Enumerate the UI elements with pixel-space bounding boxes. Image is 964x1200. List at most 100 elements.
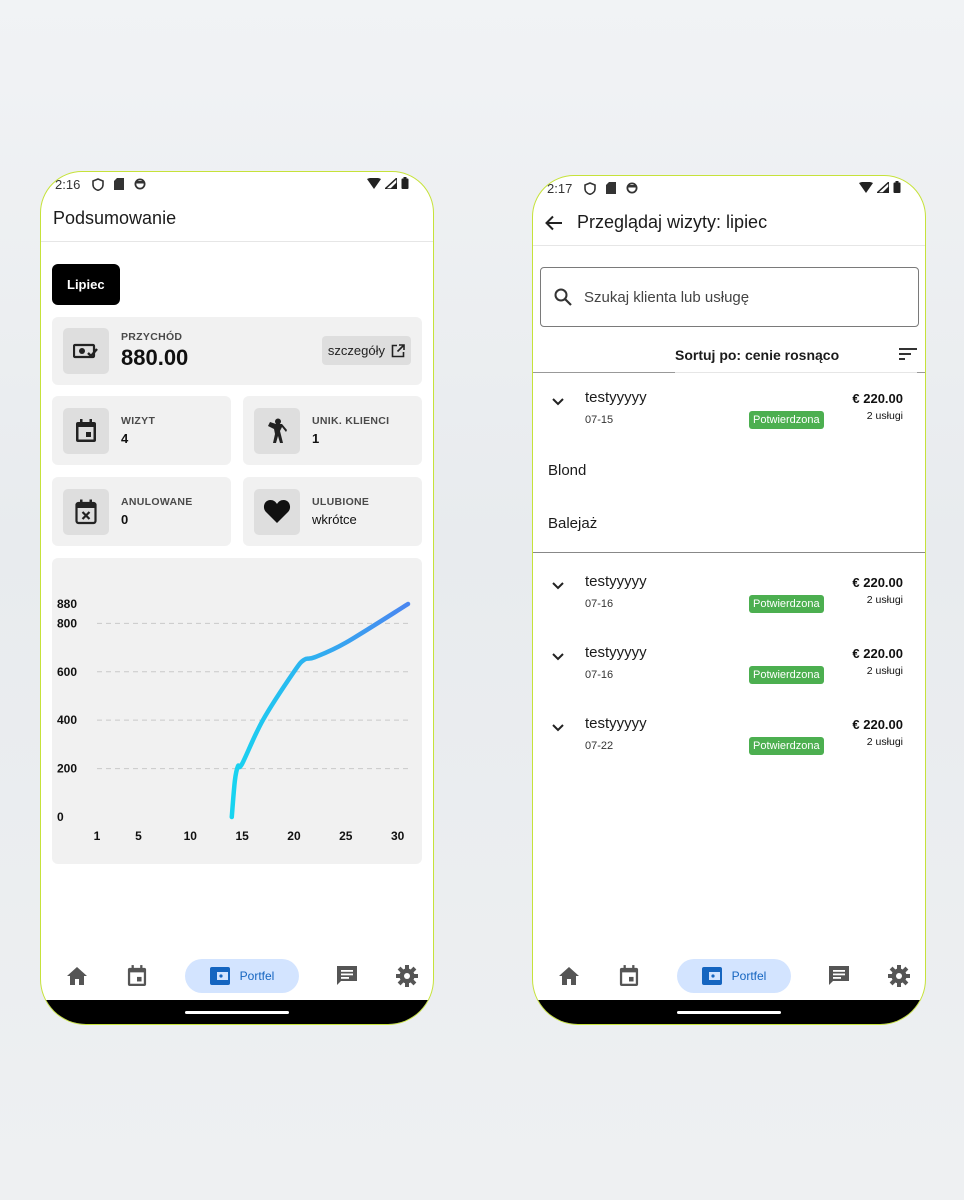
revenue-label: PRZYCHÓD xyxy=(121,331,183,343)
visits-card: WIZYT 4 xyxy=(52,396,231,465)
nav-settings[interactable] xyxy=(395,964,419,988)
app-bar: Podsumowanie xyxy=(41,196,433,242)
y-tick-label: 0 xyxy=(57,810,64,824)
status-bar: 2:16 xyxy=(41,172,433,196)
unique-clients-card: UNIK. KLIENCI 1 xyxy=(243,396,422,465)
nav-calendar[interactable] xyxy=(125,964,149,988)
visit-row[interactable]: testyyyyy 07-16 Potwierdzona € 220.00 2 … xyxy=(533,628,925,699)
visit-row[interactable]: testyyyyy 07-15 Potwierdzona € 220.00 2 … xyxy=(533,373,925,444)
clients-icon-box xyxy=(254,407,300,454)
x-tick-label: 10 xyxy=(184,829,198,843)
service-count: 2 usługi xyxy=(866,594,903,606)
chat-icon xyxy=(337,966,357,985)
sd-card-status-icon xyxy=(606,182,617,194)
expanded-visit: testyyyyy 07-15 Potwierdzona € 220.00 2 … xyxy=(533,373,925,553)
settings-icon xyxy=(396,965,418,987)
visit-date: 07-16 xyxy=(585,669,614,681)
favorites-card: ULUBIONE wkrótce xyxy=(243,477,422,546)
gesture-bar xyxy=(41,1000,433,1024)
revenue-icon-box xyxy=(63,328,109,374)
revenue-line-chart: 02004006008008801 5 10 15 20 25 30 xyxy=(57,597,411,843)
x-tick-label: 20 xyxy=(287,829,301,843)
cancelled-card: ANULOWANE 0 xyxy=(52,477,231,546)
visit-date: 07-16 xyxy=(585,598,614,610)
sort-dropdown[interactable]: Sortuj po: cenie rosnąco xyxy=(675,347,839,363)
nav-settings[interactable] xyxy=(887,964,911,988)
x-tick-label: 25 xyxy=(339,829,353,843)
y-tick-label: 880 xyxy=(57,597,77,611)
service-item: Balejaż xyxy=(548,515,598,532)
nav-home[interactable] xyxy=(557,964,581,988)
search-icon xyxy=(554,288,572,306)
chevron-down-icon xyxy=(552,653,564,661)
shield-status-icon xyxy=(92,177,105,191)
home-icon xyxy=(67,967,87,985)
client-name: testyyyyy xyxy=(585,644,647,661)
nav-chat[interactable] xyxy=(335,964,359,988)
cancelled-label: ANULOWANE xyxy=(121,496,193,508)
client-name: testyyyyy xyxy=(585,573,647,590)
gesture-bar xyxy=(533,1000,925,1024)
circle-status-icon xyxy=(134,178,146,190)
month-selector[interactable]: Lipiec xyxy=(52,264,120,305)
service-count: 2 usługi xyxy=(866,410,903,422)
chevron-down-icon xyxy=(552,582,564,590)
search-input[interactable] xyxy=(584,288,884,306)
heart-icon xyxy=(263,500,291,523)
nav-home[interactable] xyxy=(65,964,89,988)
app-bar: Przeglądaj wizyty: lipiec xyxy=(533,200,925,246)
visit-price: € 220.00 xyxy=(852,717,903,732)
open-external-icon xyxy=(391,343,405,357)
nav-chat[interactable] xyxy=(827,964,851,988)
visit-date: 07-15 xyxy=(585,414,614,426)
status-badge: Potwierdzona xyxy=(749,666,824,684)
revenue-series-line xyxy=(229,601,411,820)
favorites-value: wkrótce xyxy=(312,512,357,527)
chevron-down-icon xyxy=(552,398,564,406)
x-tick-label: 30 xyxy=(391,829,405,843)
nav-wallet-label: Portfel xyxy=(239,969,275,983)
nav-wallet[interactable]: Portfel xyxy=(185,959,299,993)
details-button[interactable]: szczegóły xyxy=(321,336,411,365)
revenue-card: PRZYCHÓD 880.00 szczegóły xyxy=(52,317,422,385)
calendar-icon xyxy=(76,418,96,442)
y-tick-label: 600 xyxy=(57,665,77,679)
service-count: 2 usługi xyxy=(866,736,903,748)
clients-label: UNIK. KLIENCI xyxy=(312,415,390,427)
visit-price: € 220.00 xyxy=(852,646,903,661)
service-item: Blond xyxy=(548,462,587,479)
back-arrow-icon[interactable] xyxy=(545,215,563,231)
circle-status-icon xyxy=(626,182,638,194)
calendar-cancel-icon xyxy=(75,499,97,524)
status-time: 2:17 xyxy=(547,180,573,196)
wifi-icon xyxy=(859,181,873,193)
visit-row[interactable]: testyyyyy 07-22 Potwierdzona € 220.00 2 … xyxy=(533,699,925,770)
y-tick-label: 200 xyxy=(57,762,77,776)
battery-icon xyxy=(401,177,409,189)
nav-wallet[interactable]: Portfel xyxy=(677,959,791,993)
client-name: testyyyyy xyxy=(585,389,647,406)
sort-icon[interactable] xyxy=(899,347,917,361)
cancelled-icon-box xyxy=(63,488,109,535)
x-tick-label: 5 xyxy=(135,829,142,843)
cancelled-value: 0 xyxy=(121,512,129,527)
calendar-icon xyxy=(619,965,639,986)
visit-row[interactable]: testyyyyy 07-16 Potwierdzona € 220.00 2 … xyxy=(533,557,925,628)
search-field[interactable] xyxy=(540,267,919,327)
nav-calendar[interactable] xyxy=(617,964,641,988)
x-tick-label: 15 xyxy=(235,829,249,843)
status-time: 2:16 xyxy=(55,176,81,192)
wallet-icon xyxy=(209,967,230,985)
service-count: 2 usługi xyxy=(866,665,903,677)
wifi-icon xyxy=(367,177,381,189)
sd-card-status-icon xyxy=(114,178,125,190)
status-bar: 2:17 xyxy=(533,176,925,200)
status-badge: Potwierdzona xyxy=(749,595,824,613)
home-indicator[interactable] xyxy=(185,1010,289,1014)
chat-icon xyxy=(829,966,849,985)
favorites-icon-box xyxy=(254,488,300,535)
home-indicator[interactable] xyxy=(677,1010,781,1014)
page-title: Przeglądaj wizyty: lipiec xyxy=(577,212,768,232)
chevron-down-icon xyxy=(552,724,564,732)
shield-status-icon xyxy=(584,181,597,195)
